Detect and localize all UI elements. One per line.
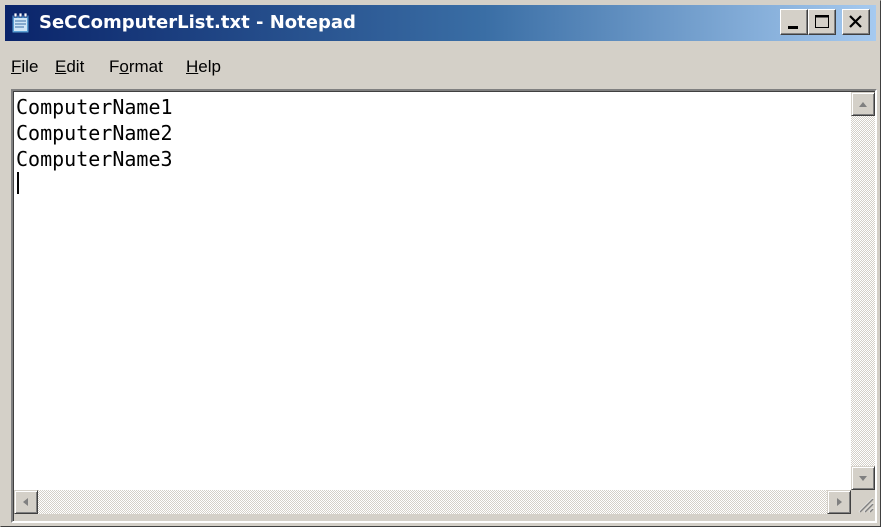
arrow-right-icon [837,498,842,506]
title-bar[interactable]: SeCComputerList.txt - Notepad [5,5,876,41]
menu-help-label: elp [198,57,221,76]
editor-content[interactable]: ComputerName1 ComputerName2 ComputerName3 [16,94,173,172]
maximize-icon [815,15,829,28]
close-icon [849,15,862,28]
editor-line: ComputerName2 [16,121,173,145]
menu-format-accel: o [119,57,129,76]
scroll-right-button[interactable] [827,490,851,514]
arrow-left-icon [23,498,28,506]
menu-file[interactable]: File [11,57,38,77]
menu-help-accel: H [186,57,199,76]
menu-bar: File Edit Format Help [5,49,876,85]
scroll-down-button[interactable] [851,466,875,490]
minimize-button[interactable] [780,9,808,35]
scroll-up-button[interactable] [851,92,875,116]
arrow-up-icon [859,102,867,107]
arrow-down-icon [859,476,867,481]
menu-format[interactable]: Format [109,57,163,77]
editor-line: ComputerName1 [16,95,173,119]
menu-format-prefix: F [109,57,120,76]
notepad-icon[interactable] [9,11,33,35]
resize-grip-icon [858,497,874,513]
vertical-scrollbar[interactable] [851,92,875,490]
text-caret [17,172,19,194]
minimize-icon [788,26,798,29]
menu-file-accel: F [11,57,22,76]
text-editor[interactable]: ComputerName1 ComputerName2 ComputerName3 [14,92,851,490]
maximize-button[interactable] [808,9,836,35]
menu-edit[interactable]: Edit [55,57,84,77]
menu-file-label: ile [21,57,39,76]
close-button[interactable] [842,9,870,35]
client-area: ComputerName1 ComputerName2 ComputerName3 [11,89,877,523]
client-inner: ComputerName1 ComputerName2 ComputerName3 [13,91,875,521]
size-grip[interactable] [851,490,875,514]
notepad-window: SeCComputerList.txt - Notepad File Edit … [0,0,881,527]
menu-edit-accel: E [55,57,67,76]
horizontal-scrollbar[interactable] [14,490,851,514]
window-title: SeCComputerList.txt - Notepad [39,12,356,33]
editor-line: ComputerName3 [16,147,173,171]
menu-edit-label: dit [66,57,85,76]
menu-format-label: rmat [128,57,163,76]
menu-help[interactable]: Help [186,57,221,77]
scroll-left-button[interactable] [14,490,38,514]
